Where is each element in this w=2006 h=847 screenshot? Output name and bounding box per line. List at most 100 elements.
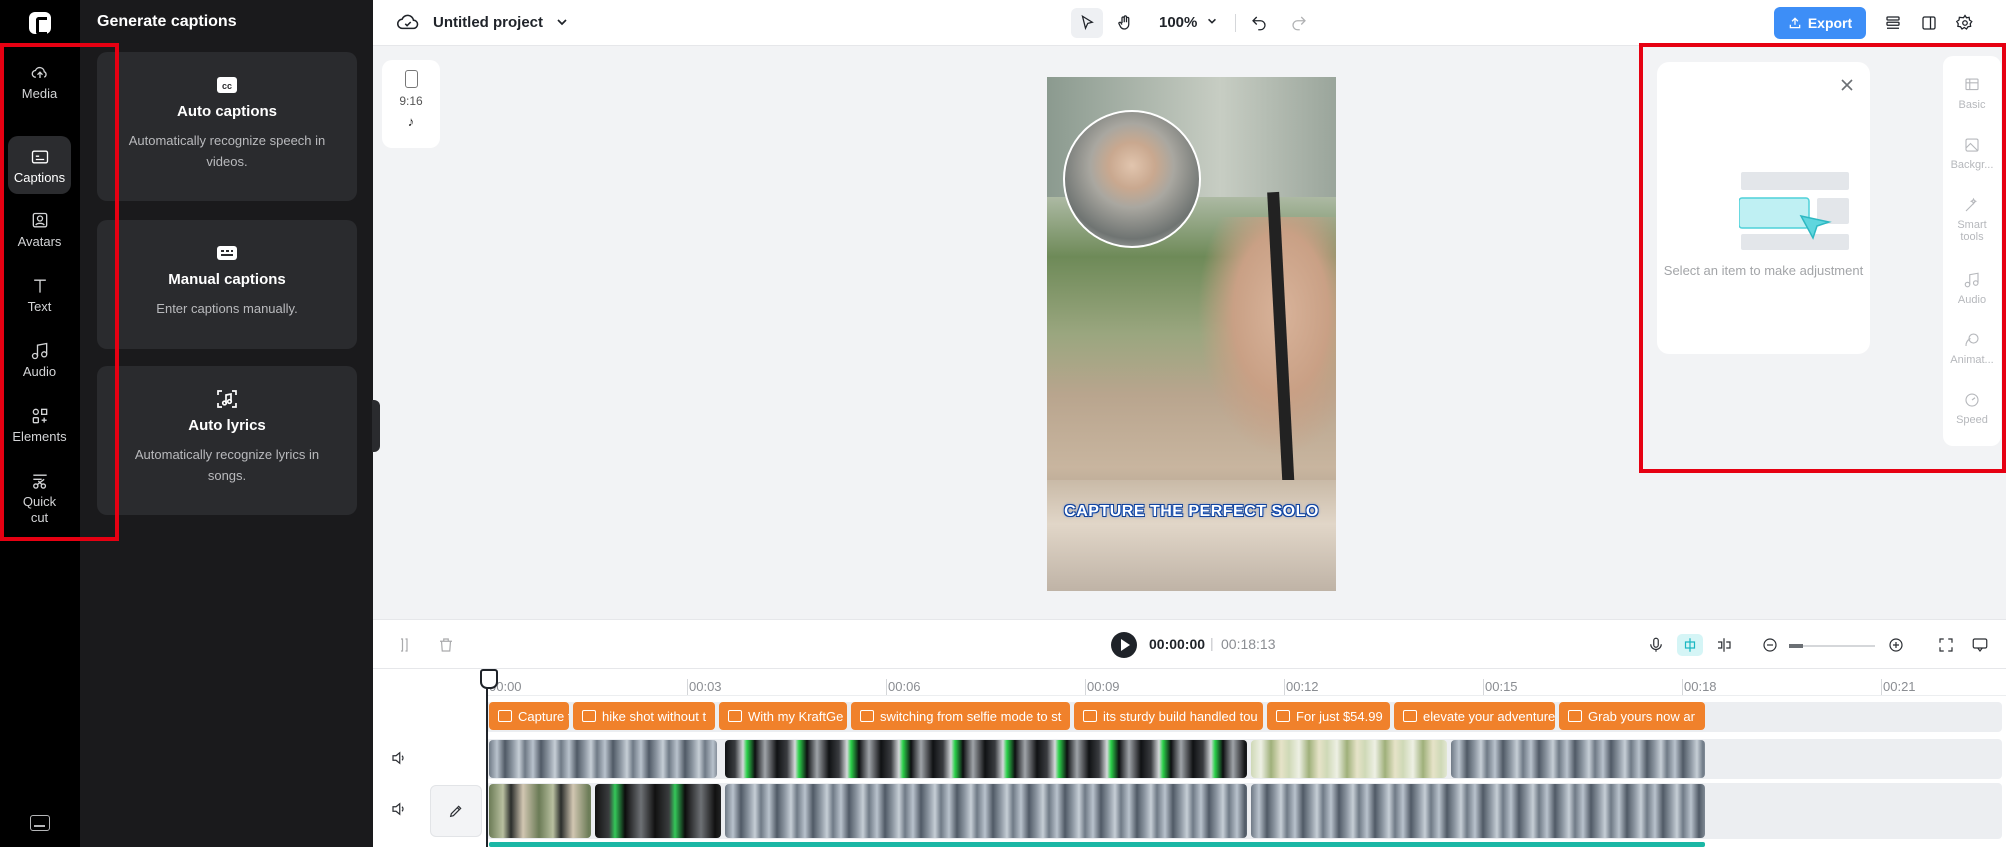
audio-track-strip[interactable]	[489, 842, 1705, 847]
undo-button[interactable]	[1243, 8, 1275, 38]
cloud-sync-icon	[397, 14, 419, 30]
ruler-tick: 00:21	[1881, 679, 1916, 695]
captions-icon	[29, 146, 51, 168]
hand-tool-button[interactable]	[1109, 8, 1141, 38]
tab-label: Basic	[1958, 99, 1986, 111]
svg-text:cc: cc	[222, 81, 232, 91]
auto-lyrics-card[interactable]: Auto lyrics Automatically recognize lyri…	[97, 366, 357, 515]
ruler-tick: 00:12	[1284, 679, 1319, 695]
magnet-snap-button[interactable]	[1677, 634, 1703, 656]
app-logo[interactable]	[29, 12, 51, 35]
project-menu[interactable]: Untitled project	[397, 12, 569, 32]
zoom-level: 100%	[1159, 14, 1198, 31]
ruler-tick: 00:18	[1682, 679, 1717, 695]
rail-item-elements[interactable]: Elements	[8, 405, 71, 455]
tab-speed[interactable]: Speed	[1943, 391, 2001, 426]
tab-label: Backgr...	[1950, 159, 1994, 171]
playhead[interactable]	[480, 669, 498, 847]
presenter-avatar-bubble[interactable]	[1063, 110, 1201, 248]
rail-item-quick-cut[interactable]: Quick cut	[8, 470, 71, 530]
settings-button[interactable]	[1949, 8, 1981, 38]
caption-clip[interactable]: Capture t	[489, 702, 569, 730]
caption-clip[interactable]: Grab yours now ar	[1559, 702, 1705, 730]
animation-icon	[1965, 333, 1979, 347]
total-duration: 00:18:13	[1221, 636, 1276, 652]
export-button[interactable]: Export	[1774, 7, 1866, 39]
lyrics-icon	[216, 390, 238, 408]
video-preview[interactable]: CAPTURE THE PERFECT SOLO	[1047, 77, 1336, 591]
rail-item-audio[interactable]: Audio	[8, 340, 71, 390]
panel-title: Generate captions	[97, 13, 237, 30]
tab-label: Audio	[1957, 294, 1987, 306]
comment-button[interactable]	[1969, 634, 1991, 656]
timeline-zoom-slider[interactable]	[1789, 644, 1875, 648]
pencil-icon	[449, 805, 462, 818]
tab-audio[interactable]: Audio	[1943, 271, 2001, 306]
preview-subtitle[interactable]: CAPTURE THE PERFECT SOLO	[1047, 503, 1336, 521]
track-audio-toggle[interactable]	[390, 749, 408, 767]
tab-background[interactable]: Backgr...	[1943, 136, 2001, 171]
tab-smart-tools[interactable]: Smart tools	[1943, 196, 2001, 243]
split-view-button[interactable]	[1713, 634, 1735, 656]
split-button[interactable]	[393, 634, 415, 656]
layers-button[interactable]	[1877, 8, 1909, 38]
track-audio-toggle[interactable]	[390, 800, 408, 818]
tab-label: Speed	[1956, 414, 1988, 426]
panel-collapse-handle[interactable]	[372, 400, 380, 452]
manual-captions-card[interactable]: Manual captions Enter captions manually.	[97, 220, 357, 349]
redo-button[interactable]	[1283, 8, 1315, 38]
caption-clip[interactable]: hike shot without t	[573, 702, 715, 730]
rail-item-text[interactable]: Text	[8, 275, 71, 325]
toolbar-divider	[1235, 14, 1236, 32]
video-clip[interactable]	[1451, 740, 1705, 778]
video-clip[interactable]	[595, 784, 721, 838]
keyboard-shortcuts-icon[interactable]	[30, 815, 50, 831]
select-tool-button[interactable]	[1071, 8, 1103, 38]
caption-clip[interactable]: switching from selfie mode to st	[851, 702, 1070, 730]
rail-item-label: Captions	[13, 170, 66, 185]
tab-basic[interactable]: Basic	[1943, 76, 2001, 111]
caption-clip[interactable]: With my KraftGe	[719, 702, 847, 730]
split-view-icon	[1718, 638, 1731, 652]
caption-clip[interactable]: its sturdy build handled tou	[1074, 702, 1263, 730]
edit-cover-button[interactable]	[430, 785, 482, 837]
layout-toggle-button[interactable]	[1913, 8, 1945, 38]
video-clip[interactable]	[1251, 784, 1705, 838]
auto-captions-card[interactable]: cc Auto captions Automatically recognize…	[97, 52, 357, 201]
rail-item-captions[interactable]: Captions	[8, 136, 71, 194]
zoom-out-button[interactable]	[1759, 634, 1781, 656]
microphone-icon	[1650, 637, 1662, 652]
hand-icon	[1118, 15, 1130, 30]
music-note-icon	[29, 340, 51, 362]
video-clip[interactable]	[725, 784, 1247, 838]
record-voice-button[interactable]	[1645, 634, 1667, 656]
aspect-ratio-picker[interactable]: 9:16 ♪	[382, 60, 440, 148]
play-button[interactable]	[1111, 632, 1137, 658]
fit-timeline-button[interactable]	[1935, 634, 1957, 656]
cc-icon: cc	[216, 76, 238, 94]
gear-icon	[1956, 14, 1973, 30]
keyboard-caption-icon	[216, 244, 238, 262]
split-icon	[401, 638, 408, 652]
zoom-in-button[interactable]	[1885, 634, 1907, 656]
export-label: Export	[1807, 15, 1853, 31]
avatar-icon	[29, 210, 51, 232]
card-description: Automatically recognize lyrics in songs.	[134, 447, 320, 483]
preview-arm	[1197, 217, 1336, 457]
rail-item-media[interactable]: Media	[8, 62, 71, 112]
caption-clip[interactable]: elevate your adventure	[1394, 702, 1555, 730]
delete-button[interactable]	[435, 634, 457, 656]
tab-label: Animat...	[1950, 354, 1994, 366]
chevron-down-icon	[557, 19, 567, 26]
ruler-tick: 00:09	[1085, 679, 1120, 695]
video-clip[interactable]	[489, 784, 591, 838]
close-icon[interactable]	[1840, 78, 1854, 92]
caption-clip[interactable]: For just $54.99	[1267, 702, 1390, 730]
tab-animation[interactable]: Animat...	[1943, 331, 2001, 366]
rail-item-avatars[interactable]: Avatars	[8, 210, 71, 260]
video-clip[interactable]	[489, 740, 717, 778]
ruler-tick: 00:03	[687, 679, 722, 695]
video-clip[interactable]	[1251, 740, 1447, 778]
zoom-dropdown[interactable]: 100%	[1159, 14, 1218, 31]
video-clip[interactable]	[725, 740, 1247, 778]
